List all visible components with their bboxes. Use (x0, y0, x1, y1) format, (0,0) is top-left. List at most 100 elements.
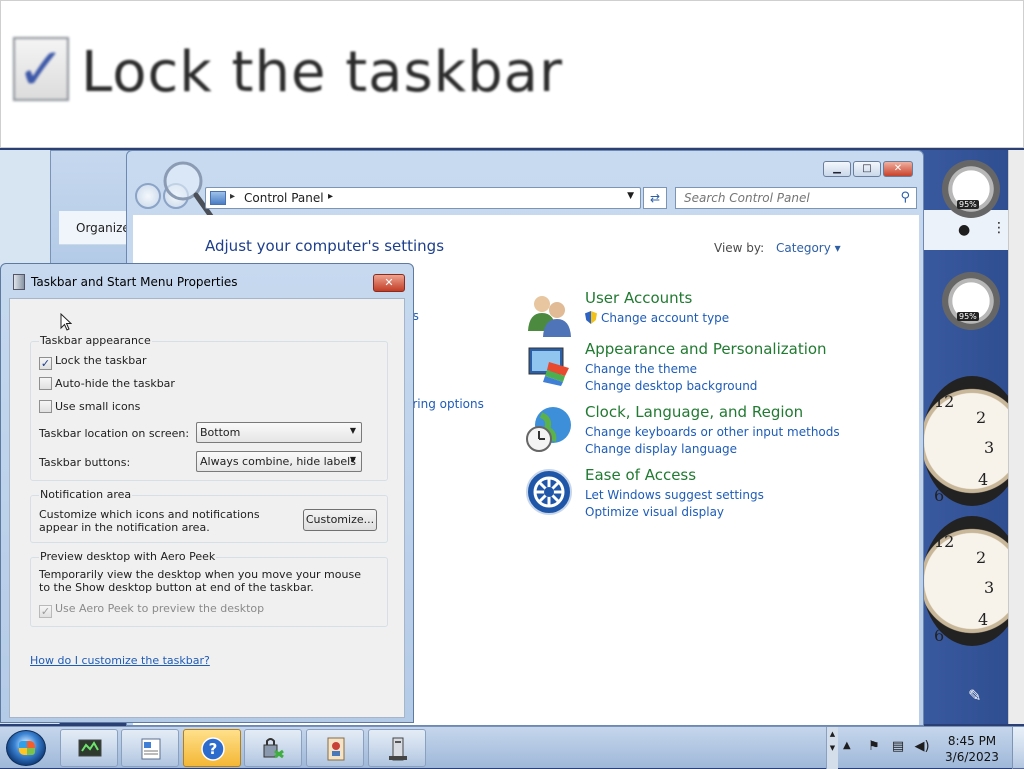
aero-peek-checkbox: ✓ Use Aero Peek to preview the desktop (39, 602, 265, 618)
customize-button[interactable]: Customize... (303, 509, 377, 531)
user-icon[interactable]: ● (958, 222, 970, 238)
maximize-button[interactable]: □ (853, 161, 881, 177)
checkbox[interactable] (39, 377, 52, 390)
search-box[interactable]: ⚲ (675, 187, 917, 209)
monitor-paint-icon (528, 347, 569, 386)
stamp-icon (327, 737, 345, 761)
view-by-label: View by: (714, 241, 765, 255)
breadcrumb-arrow-icon[interactable]: ▸ (230, 191, 235, 202)
taskbar-button-network[interactable] (244, 729, 302, 767)
group-title: Notification area (39, 488, 133, 501)
taskbar-properties-dialog[interactable]: Taskbar and Start Menu Properties ✕ Task… (0, 263, 414, 723)
svg-text:?: ? (209, 740, 218, 758)
let-windows-suggest-link[interactable]: Let Windows suggest settings (585, 488, 764, 502)
windows-logo-icon (19, 741, 35, 755)
change-desktop-background-link[interactable]: Change desktop background (585, 379, 757, 393)
taskbar-icon (13, 274, 25, 290)
clock-time: 8:45 PM (947, 734, 997, 748)
dialog-body: Taskbar appearance ✓ Lock the taskbar Aut… (9, 298, 405, 718)
group-title: Preview desktop with Aero Peek (39, 550, 217, 563)
cpu-meter-gadget[interactable]: 95% (942, 160, 1000, 218)
shield-icon (585, 311, 597, 324)
help-icon: ? (201, 737, 225, 761)
more-options-icon[interactable]: ⋮ (992, 220, 1006, 236)
chevron-down-icon[interactable]: ▼ (627, 191, 634, 201)
clock-gadget[interactable]: 12 2 3 4 6 (922, 376, 1022, 506)
partial-link-sharing[interactable]: aring options (405, 397, 484, 411)
close-button[interactable]: ✕ (883, 161, 913, 177)
taskbar-button-help[interactable]: ? (183, 729, 241, 767)
change-account-type-link[interactable]: Change account type (585, 311, 729, 325)
clock-date: 3/6/2023 (945, 750, 999, 764)
search-input[interactable] (676, 188, 890, 208)
taskbar-appearance-group: Taskbar appearance ✓ Lock the taskbar Aut… (30, 334, 388, 481)
view-by-dropdown[interactable]: Category ▾ (776, 241, 841, 255)
taskbar-buttons-label: Taskbar buttons: (39, 456, 131, 469)
page-title: Adjust your computer's settings (205, 237, 445, 255)
show-desktop-button[interactable] (1012, 727, 1024, 769)
system-clock[interactable]: 8:45 PM 3/6/2023 (940, 733, 1004, 765)
screen-capture-icon (78, 739, 102, 757)
cpu-meter-gadget-2[interactable]: 95% (942, 272, 1000, 330)
network-lock-icon (263, 738, 284, 759)
zoomed-label: Lock the taskbar (81, 40, 563, 105)
control-panel-icon (210, 191, 226, 205)
taskbar-button-document[interactable] (121, 729, 179, 767)
close-button[interactable]: ✕ (373, 274, 405, 292)
chevron-down-icon: ▼ (349, 455, 356, 464)
breadcrumb-arrow-icon[interactable]: ▸ (328, 191, 333, 202)
checkbox: ✓ (39, 605, 52, 618)
aero-peek-description: Temporarily view the desktop when you mo… (39, 568, 361, 594)
show-hidden-icons-icon[interactable]: ▲ (843, 740, 851, 751)
start-button[interactable] (6, 730, 46, 766)
document-icon (141, 738, 161, 760)
zoomed-checkbox: ✓ (13, 37, 69, 101)
change-display-language-link[interactable]: Change display language (585, 442, 737, 456)
chevron-down-icon: ▼ (349, 426, 356, 435)
users-icon (528, 296, 571, 337)
taskbar-location-select[interactable]: Bottom ▼ (196, 422, 362, 443)
speaker-icon[interactable]: ◀) (914, 739, 930, 755)
dialog-title: Taskbar and Start Menu Properties (31, 275, 238, 289)
taskbar-scroll[interactable]: ▲ ▼ (826, 727, 838, 769)
checkbox[interactable]: ✓ (39, 357, 52, 370)
help-link[interactable]: How do I customize the taskbar? (30, 654, 210, 667)
mouse-cursor-icon (60, 313, 72, 331)
category-title[interactable]: Clock, Language, and Region (585, 403, 803, 421)
taskbar-buttons-select[interactable]: Always combine, hide labels ▼ (196, 451, 362, 472)
pencil-icon[interactable]: ✎ (968, 686, 981, 705)
taskbar-button-tower[interactable] (368, 729, 426, 767)
small-icons-checkbox[interactable]: Use small icons (39, 400, 140, 413)
change-theme-link[interactable]: Change the theme (585, 362, 697, 376)
back-button[interactable] (135, 183, 161, 209)
organize-button[interactable]: Organize (76, 221, 130, 235)
globe-clock-icon (526, 407, 571, 452)
breadcrumb-control-panel[interactable]: Control Panel (244, 191, 324, 205)
clock-gadget-2[interactable]: 12 2 3 4 6 (922, 516, 1022, 646)
address-bar[interactable]: ▸ Control Panel ▸ ▼ (205, 187, 641, 209)
change-keyboards-link[interactable]: Change keyboards or other input methods (585, 425, 840, 439)
optimize-visual-display-link[interactable]: Optimize visual display (585, 505, 724, 519)
notification-area-group: Notification area Customize which icons … (30, 488, 388, 543)
autohide-checkbox[interactable]: Auto-hide the taskbar (39, 377, 175, 390)
magnifier-zoom-view: ✓ Lock the taskbar (0, 0, 1024, 148)
search-icon[interactable]: ⚲ (900, 190, 910, 205)
category-title[interactable]: Ease of Access (585, 466, 696, 484)
category-title[interactable]: Appearance and Personalization (585, 340, 827, 358)
taskbar-button-screen[interactable] (60, 729, 118, 767)
scrollbar[interactable] (1008, 150, 1024, 724)
group-title: Taskbar appearance (39, 334, 152, 347)
flag-icon[interactable]: ⚑ (866, 739, 882, 755)
lock-taskbar-checkbox[interactable]: ✓ Lock the taskbar (39, 354, 147, 370)
notification-description: Customize which icons and notifications … (39, 508, 260, 534)
minimize-button[interactable]: ▁ (823, 161, 851, 177)
ease-of-access-icon (526, 469, 572, 515)
category-title[interactable]: User Accounts (585, 289, 692, 307)
refresh-icon[interactable]: ⇄ (643, 187, 667, 209)
aero-peek-group: Preview desktop with Aero Peek Temporari… (30, 550, 388, 627)
taskbar: ? ▲ ▼ ▲ ⚑ ▤ ◀) 8:45 PM 3/6/2023 (0, 726, 1024, 769)
network-icon[interactable]: ▤ (890, 739, 906, 755)
checkbox[interactable] (39, 400, 52, 413)
taskbar-location-label: Taskbar location on screen: (39, 427, 190, 440)
taskbar-button-stamp[interactable] (306, 729, 364, 767)
